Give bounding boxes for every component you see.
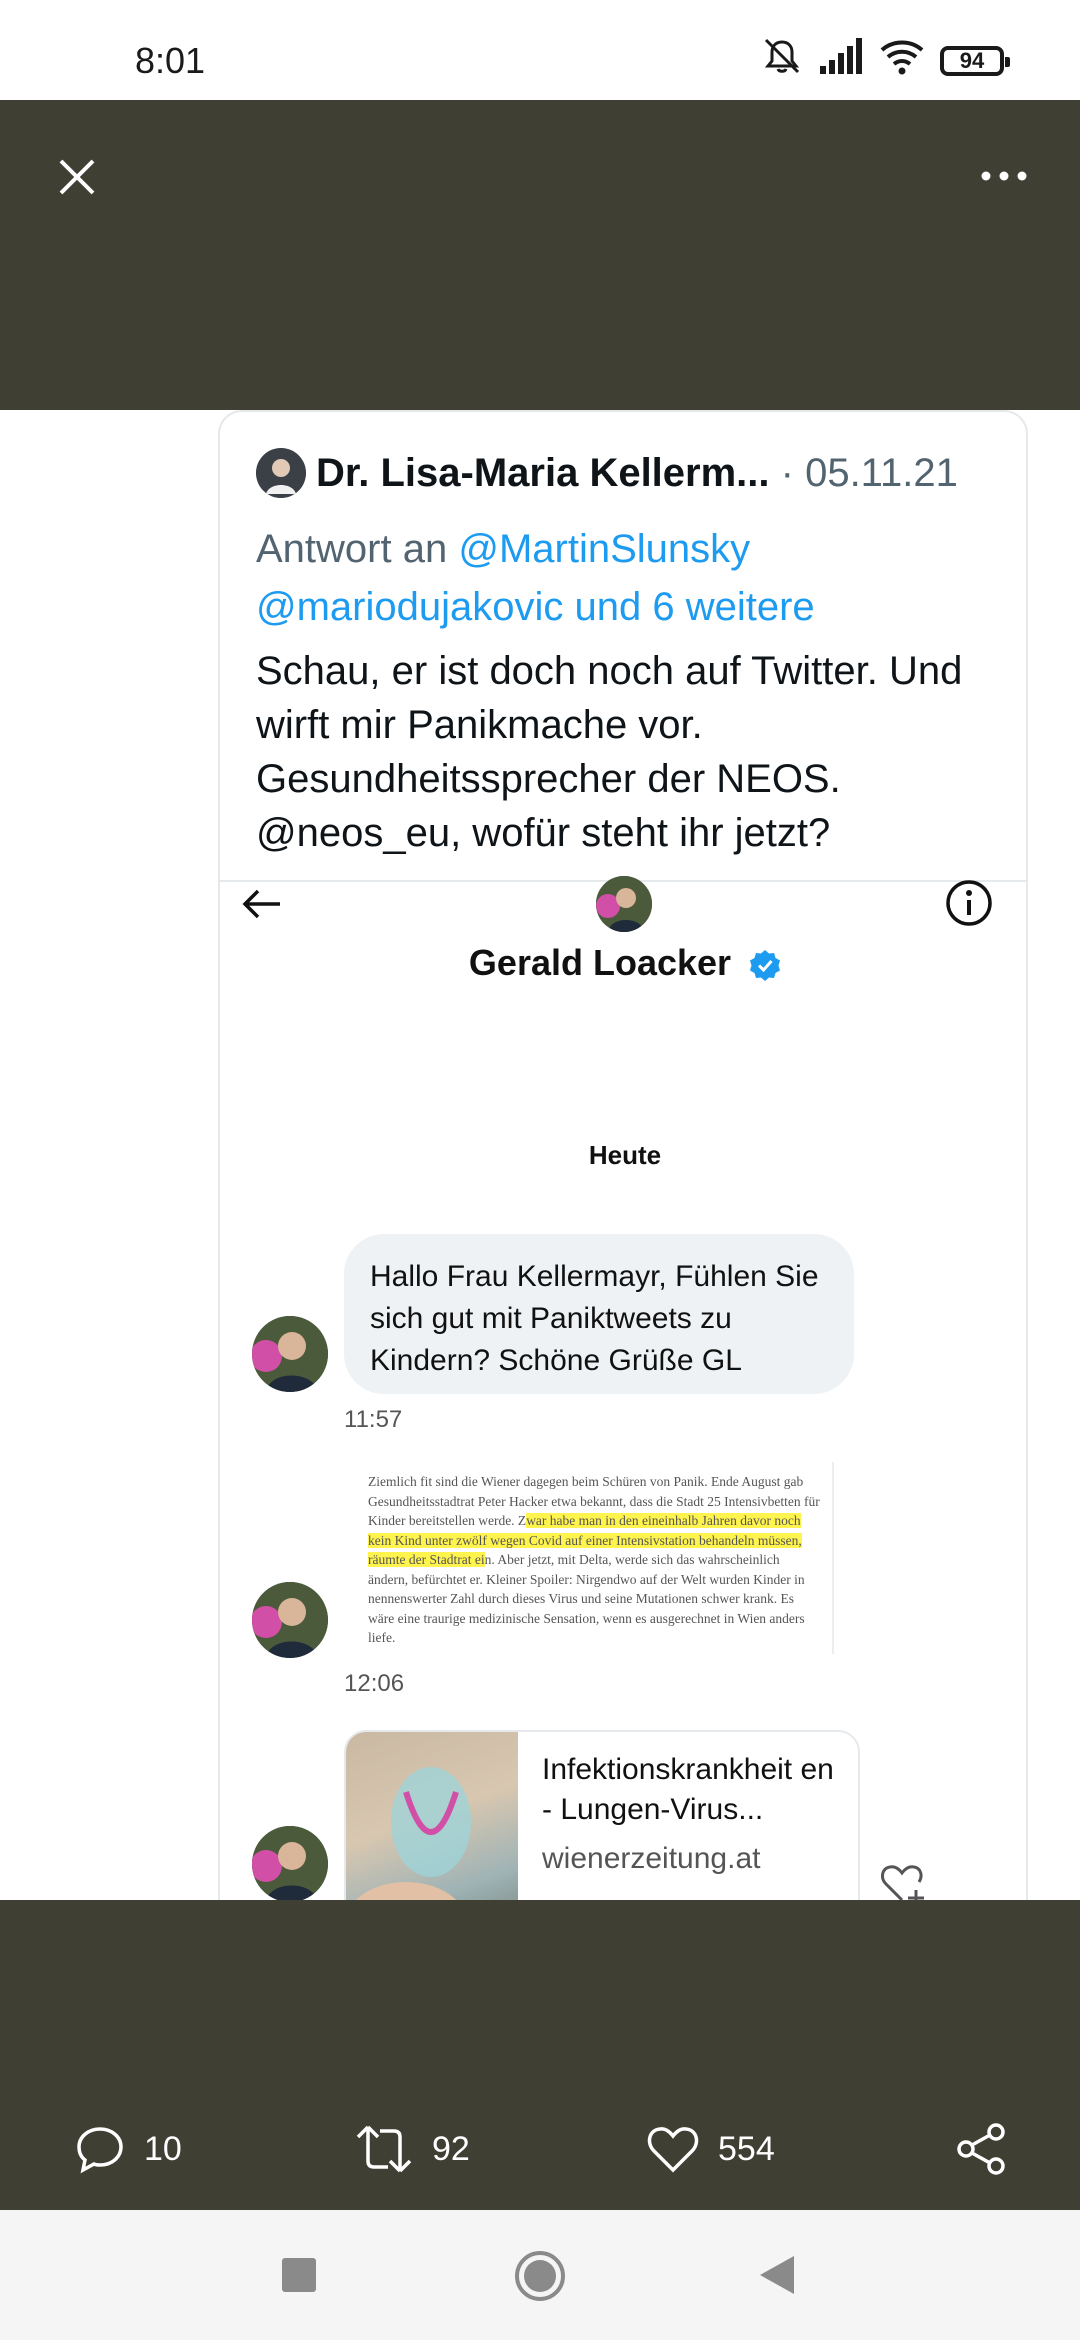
reply-context: Antwort an @MartinSlunsky @mariodujakovi… <box>256 520 996 636</box>
system-nav-bar <box>0 2210 1080 2340</box>
dm-contact-header: Gerald Loacker <box>220 942 1026 984</box>
media-image: Dr. Lisa-Maria Kellerm... · 05.11.21 Ant… <box>0 410 1080 1900</box>
wifi-icon <box>880 40 924 75</box>
contact-avatar <box>596 876 652 932</box>
add-reaction-icon <box>881 1865 924 1900</box>
dm-image-clipping: Ziemlich fit sind die Wiener dagegen bei… <box>356 1462 834 1654</box>
sender-avatar <box>252 1826 328 1900</box>
share-icon <box>957 2123 1005 2175</box>
reply-user-link[interactable]: @MartinSlunsky <box>458 527 750 571</box>
dm-contact-name: Gerald Loacker <box>468 942 732 983</box>
retweet-count: 92 <box>432 2129 470 2168</box>
author-name[interactable]: Dr. Lisa-Maria Kellerm... <box>316 451 770 495</box>
tweet-card: Dr. Lisa-Maria Kellerm... · 05.11.21 Ant… <box>218 410 1028 1900</box>
battery-indicator: 94 <box>940 46 1010 76</box>
retweet-icon <box>356 2125 412 2173</box>
info-icon <box>946 880 992 926</box>
mute-bell-icon <box>764 38 800 74</box>
dm-timestamp-2: 12:06 <box>344 1670 405 1697</box>
close-icon[interactable] <box>56 156 98 198</box>
link-domain: wienerzeitung.at <box>542 1842 761 1875</box>
share-button[interactable] <box>954 2122 1026 2176</box>
tweet-text: Schau, er ist doch noch auf Twitter. Und… <box>256 649 963 855</box>
link-thumbnail <box>346 1732 518 1900</box>
verified-badge-icon <box>750 950 781 982</box>
author-row: Dr. Lisa-Maria Kellerm... · 05.11.21 <box>316 448 1016 498</box>
signal-icon <box>820 38 862 74</box>
home-icon[interactable] <box>512 2248 568 2304</box>
dm-message-bubble: Hallo Frau Kellermayr, Fühlen Sie sich g… <box>344 1234 854 1394</box>
recents-icon[interactable] <box>280 2256 318 2294</box>
status-bar: 8:01 94 <box>0 0 1080 100</box>
dm-timestamp-1: 11:57 <box>344 1406 403 1433</box>
reply-count: 10 <box>144 2129 182 2168</box>
reply-icon <box>77 2127 123 2174</box>
retweet-button[interactable]: 92 <box>354 2122 470 2176</box>
media-top-bar <box>0 100 1080 410</box>
more-icon[interactable] <box>980 166 1028 186</box>
dm-day-label: Heute <box>588 1140 662 1170</box>
dm-screenshot: Gerald Loacker Heute Hallo Frau Kellerma… <box>220 876 1026 1900</box>
like-button[interactable]: 554 <box>646 2122 775 2176</box>
reply-more-link[interactable]: und 6 weitere <box>575 585 815 629</box>
back-icon[interactable] <box>758 2254 796 2296</box>
back-arrow-icon <box>242 889 280 919</box>
reply-button[interactable]: 10 <box>74 2122 182 2176</box>
reply-prefix: Antwort an <box>256 527 448 571</box>
like-icon <box>647 2127 699 2173</box>
sender-avatar <box>252 1316 328 1392</box>
reply-user-link-2[interactable]: @mariodujakovic <box>256 585 563 629</box>
author-avatar <box>256 448 306 498</box>
link-title: Infektionskrankheit en - Lungen-Virus... <box>542 1753 834 1826</box>
dm-link-preview: Infektionskrankheit en - Lungen-Virus...… <box>344 1730 860 1900</box>
sender-avatar <box>252 1582 328 1658</box>
tweet-date: · 05.11.21 <box>780 451 958 495</box>
like-count: 554 <box>718 2129 775 2168</box>
status-time: 8:01 <box>135 40 206 81</box>
